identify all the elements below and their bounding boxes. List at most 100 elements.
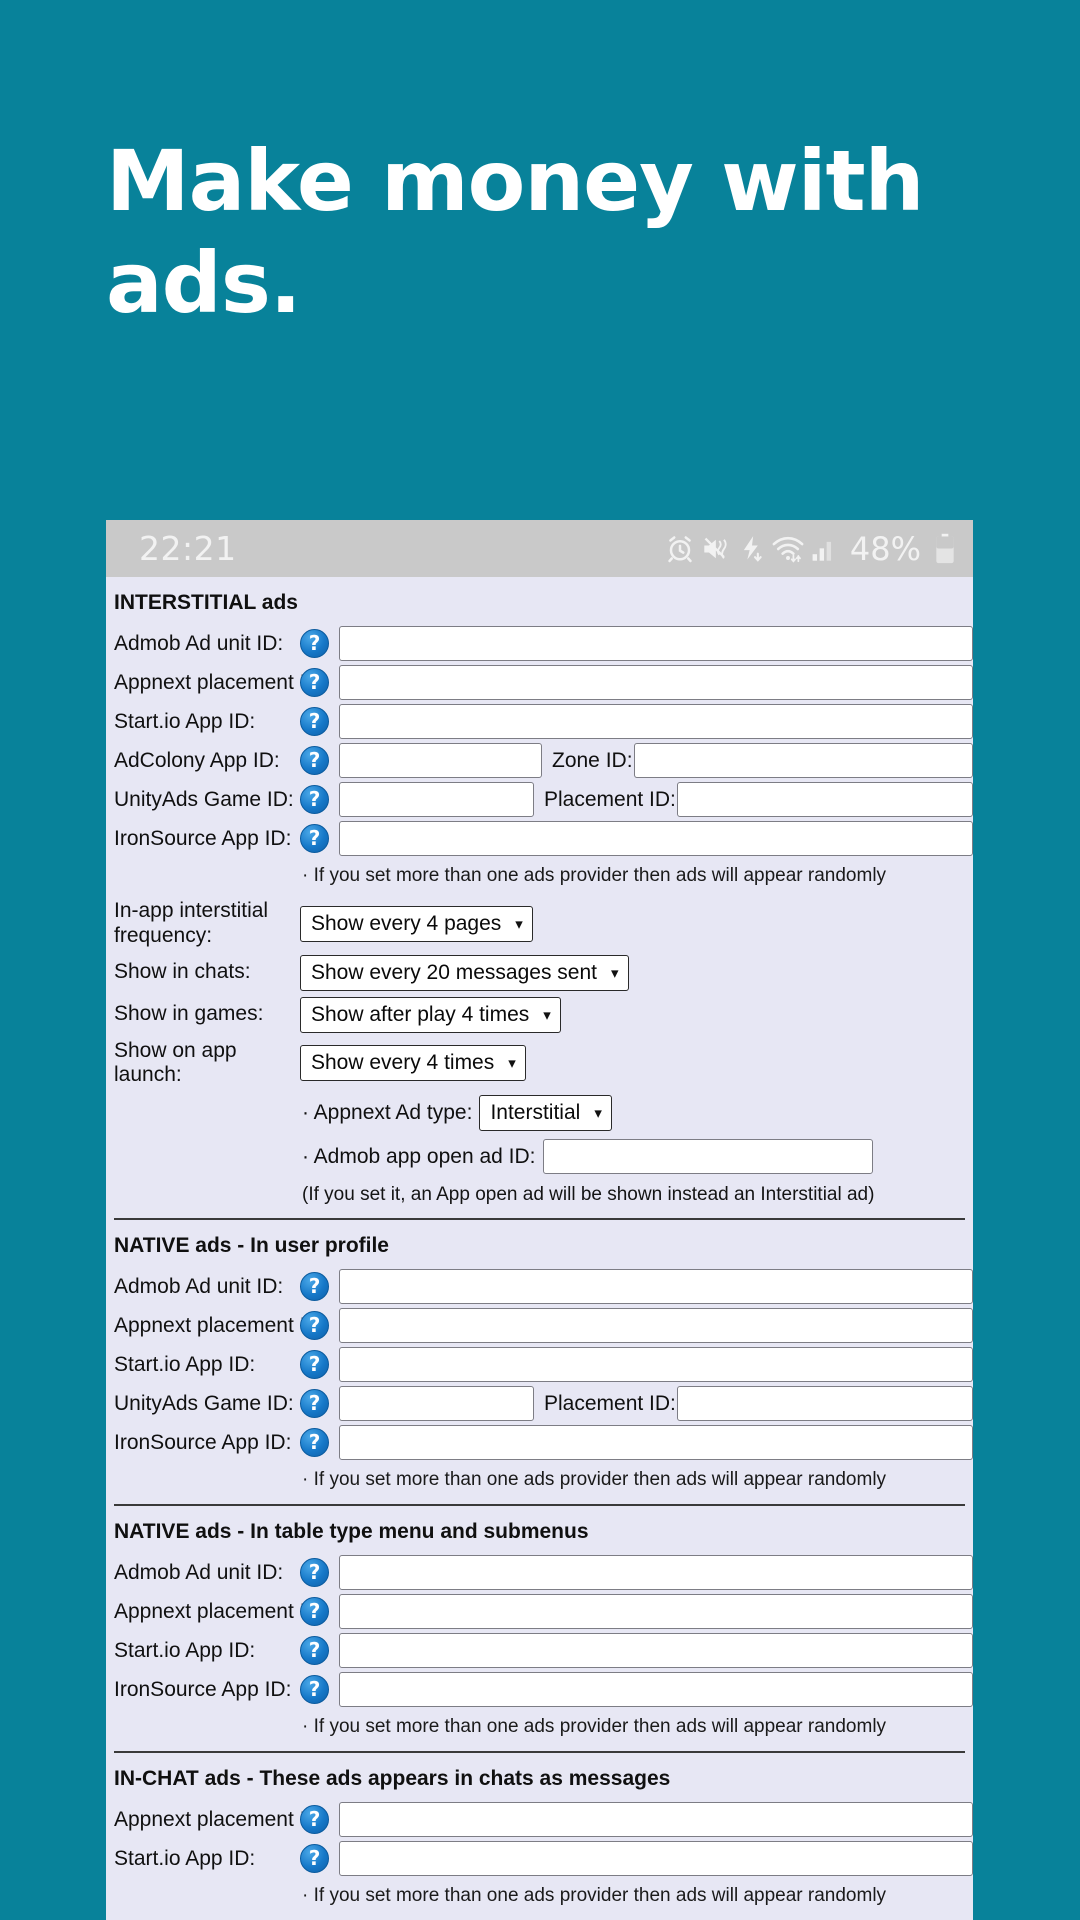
- help-icon[interactable]: ?: [300, 668, 329, 697]
- input-unityads-placement-id[interactable]: [676, 1386, 973, 1422]
- label-unityads: UnityAds Game ID:: [114, 787, 294, 811]
- chevron-down-icon: ▾: [610, 964, 619, 982]
- select-show-in-games[interactable]: Show after play 4 times ▾: [300, 996, 561, 1033]
- help-icon[interactable]: ?: [300, 785, 329, 814]
- label-admob: Admob Ad unit ID:: [114, 1560, 284, 1584]
- field-row-ironsource: IronSource App ID: ?: [106, 1423, 973, 1462]
- row-show-in-chats: Show in chats: Show every 20 messages se…: [106, 952, 973, 994]
- input-admob-ad-unit-id[interactable]: [339, 1555, 973, 1591]
- select-show-on-app-launch[interactable]: Show every 4 times ▾: [300, 1045, 526, 1082]
- label-startio: Start.io App ID:: [114, 1846, 256, 1870]
- section-title-in-chat: IN-CHAT ads - These ads appears in chats…: [114, 1767, 671, 1791]
- row-admob-app-open-ad: · Admob app open ad ID:: [106, 1135, 973, 1178]
- settings-content: INTERSTITIAL ads Admob Ad unit ID: ? App…: [106, 577, 973, 1920]
- wifi-icon: [772, 536, 804, 563]
- label-admob: Admob Ad unit ID:: [114, 631, 284, 655]
- field-row-ironsource: IronSource App ID: ?: [106, 1670, 973, 1709]
- row-inapp-frequency: In-app interstitial frequency: Show ever…: [106, 896, 973, 952]
- input-ironsource-app-id[interactable]: [339, 821, 973, 856]
- page-title-line-2: ads.: [106, 234, 302, 333]
- section-in-chat: IN-CHAT ads - These ads appears in chats…: [106, 1753, 973, 1920]
- row-show-first-time: Show first time: After 4 messages sent ▾: [106, 1916, 973, 1920]
- input-unityads-game-id[interactable]: [339, 782, 534, 817]
- help-icon[interactable]: ?: [300, 1805, 329, 1835]
- help-icon[interactable]: ?: [300, 1597, 329, 1627]
- help-icon[interactable]: ?: [300, 1311, 329, 1341]
- label-appnext: Appnext placement ID:: [114, 1313, 327, 1337]
- charging-icon: [743, 535, 762, 562]
- select-appnext-ad-type[interactable]: Interstitial ▾: [479, 1095, 612, 1132]
- label-inapp-frequency: In-app interstitial frequency:: [114, 899, 269, 947]
- battery-percent: 48%: [849, 529, 921, 568]
- help-icon[interactable]: ?: [300, 629, 329, 658]
- select-inapp-frequency[interactable]: Show every 4 pages ▾: [300, 905, 533, 942]
- label-admob-app-open-ad: · Admob app open ad ID:: [302, 1144, 536, 1168]
- field-row-admob: Admob Ad unit ID: ?: [106, 624, 973, 663]
- section-native-user-profile: NATIVE ads - In user profile Admob Ad un…: [106, 1220, 973, 1507]
- note-random-providers: · If you set more than one ads provider …: [302, 1716, 887, 1738]
- help-icon[interactable]: ?: [300, 1636, 329, 1666]
- label-adcolony: AdColony App ID:: [114, 748, 280, 772]
- select-show-in-games-value: Show after play 4 times: [311, 1002, 530, 1026]
- row-appnext-ad-type: · Appnext Ad type: Interstitial ▾: [106, 1091, 973, 1135]
- help-icon[interactable]: ?: [300, 824, 329, 853]
- help-icon[interactable]: ?: [300, 1350, 329, 1380]
- help-icon[interactable]: ?: [300, 1272, 329, 1302]
- chevron-down-icon: ▾: [543, 1006, 551, 1024]
- label-zone-id: Zone ID:: [552, 748, 633, 772]
- section-title-native-table: NATIVE ads - In table type menu and subm…: [114, 1520, 589, 1544]
- input-unityads-game-id[interactable]: [339, 1386, 534, 1422]
- section-title-native-profile: NATIVE ads - In user profile: [114, 1234, 389, 1258]
- select-show-in-chats-value: Show every 20 messages sent: [311, 960, 597, 984]
- note-app-open-ad: (If you set it, an App open ad will be s…: [302, 1184, 875, 1206]
- help-icon[interactable]: ?: [300, 1844, 329, 1874]
- input-appnext-placement-id[interactable]: [339, 1802, 973, 1838]
- help-icon[interactable]: ?: [300, 746, 329, 775]
- input-unityads-placement-id[interactable]: [676, 782, 973, 817]
- chevron-down-icon: ▾: [515, 915, 523, 933]
- label-appnext: Appnext placement ID:: [114, 1599, 327, 1623]
- help-icon[interactable]: ?: [300, 1675, 329, 1705]
- input-adcolony-app-id[interactable]: [339, 743, 542, 778]
- input-admob-ad-unit-id[interactable]: [339, 626, 973, 661]
- phone-screenshot: 22:21 48% INTERSTITIAL ads Admob Ad unit…: [106, 520, 973, 1920]
- input-appnext-placement-id[interactable]: [339, 1308, 973, 1344]
- label-startio: Start.io App ID:: [114, 1352, 256, 1376]
- chevron-down-icon: ▾: [508, 1055, 516, 1073]
- field-row-appnext: Appnext placement ID: ?: [106, 1592, 973, 1631]
- label-show-on-app-launch: Show on app launch:: [114, 1038, 237, 1087]
- input-adcolony-zone-id[interactable]: [633, 743, 973, 778]
- mute-vibrate-icon: [704, 537, 727, 559]
- page-title-line-1: Make money with: [106, 132, 924, 230]
- input-admob-app-open-ad-id[interactable]: [542, 1139, 873, 1175]
- help-icon[interactable]: ?: [300, 1558, 329, 1588]
- input-admob-ad-unit-id[interactable]: [339, 1269, 973, 1305]
- help-icon[interactable]: ?: [300, 707, 329, 736]
- input-startio-app-id[interactable]: [339, 1841, 973, 1877]
- input-ironsource-app-id[interactable]: [339, 1425, 973, 1461]
- field-row-unityads: UnityAds Game ID: ? Placement ID:: [106, 780, 973, 819]
- input-appnext-placement-id[interactable]: [339, 1594, 973, 1630]
- help-icon[interactable]: ?: [300, 1389, 329, 1419]
- input-ironsource-app-id[interactable]: [339, 1672, 973, 1708]
- select-appnext-ad-type-value: Interstitial: [490, 1101, 581, 1125]
- note-random-providers: · If you set more than one ads provider …: [302, 1469, 887, 1491]
- row-show-on-app-launch: Show on app launch: Show every 4 times ▾: [106, 1036, 973, 1092]
- note-random-providers: · If you set more than one ads provider …: [302, 1885, 887, 1907]
- field-row-unityads: UnityAds Game ID: ? Placement ID:: [106, 1384, 973, 1423]
- input-startio-app-id[interactable]: [339, 1633, 973, 1669]
- input-appnext-placement-id[interactable]: [339, 665, 973, 700]
- section-title-interstitial: INTERSTITIAL ads: [114, 591, 298, 614]
- help-icon[interactable]: ?: [300, 1428, 329, 1458]
- input-startio-app-id[interactable]: [339, 704, 973, 739]
- label-appnext: Appnext placement ID:: [114, 1807, 327, 1831]
- select-inapp-frequency-value: Show every 4 pages: [311, 911, 502, 935]
- input-startio-app-id[interactable]: [339, 1347, 973, 1383]
- label-show-in-chats: Show in chats:: [114, 960, 251, 984]
- label-ironsource: IronSource App ID:: [114, 826, 292, 850]
- select-show-in-chats[interactable]: Show every 20 messages sent ▾: [300, 954, 629, 991]
- field-row-startio: Start.io App ID: ?: [106, 1345, 973, 1384]
- status-time: 22:21: [139, 529, 237, 568]
- status-icons: 48%: [665, 530, 957, 568]
- chevron-down-icon: ▾: [594, 1105, 602, 1123]
